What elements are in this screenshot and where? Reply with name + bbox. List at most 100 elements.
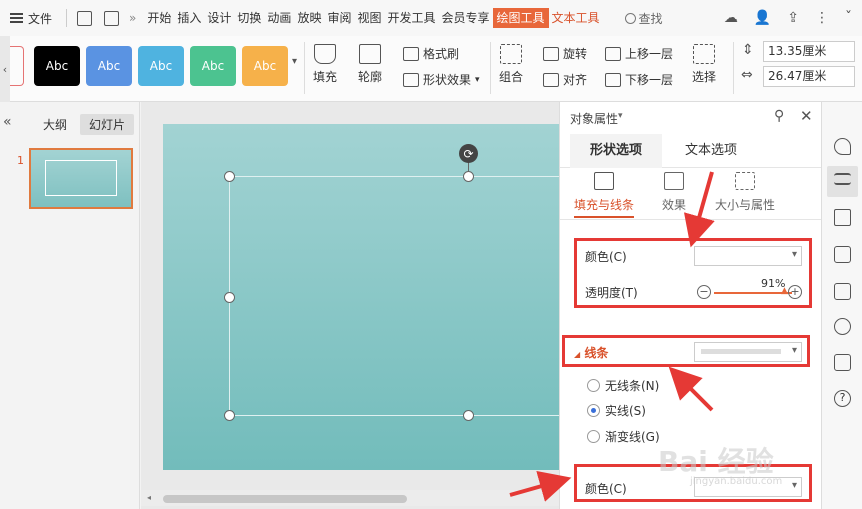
tab-slideshow[interactable]: 放映 <box>294 8 324 28</box>
select-label: 选择 <box>692 70 717 84</box>
shape-style-green[interactable]: Abc <box>190 46 236 86</box>
solid-line-option[interactable]: 实线(S) <box>587 402 646 419</box>
align-button[interactable]: 对齐 <box>543 71 587 88</box>
tab-view[interactable]: 视图 <box>354 8 384 28</box>
file-menu-button[interactable]: 文件 <box>0 0 62 36</box>
image-icon[interactable] <box>834 283 851 300</box>
style-box-partial[interactable] <box>10 46 24 86</box>
select-button[interactable]: 选择 <box>692 44 716 85</box>
gradient-line-option[interactable]: 渐变线(G) <box>587 428 660 445</box>
scroll-left-icon[interactable]: ◂ <box>147 493 151 502</box>
share-icon[interactable]: ⇪ <box>787 10 799 26</box>
line-style-dropdown[interactable] <box>694 342 802 362</box>
transparency-decrease-button[interactable]: − <box>697 285 711 299</box>
slide-number: 1 <box>17 154 24 167</box>
ribbon-scroll-left-button[interactable]: ‹ <box>0 36 10 102</box>
book-icon[interactable] <box>834 354 851 371</box>
height-input[interactable]: 13.35厘米 <box>763 41 855 62</box>
scroll-thumb[interactable] <box>163 495 407 503</box>
shape-style-light-blue[interactable]: Abc <box>138 46 184 86</box>
fill-color-dropdown[interactable] <box>694 246 802 266</box>
tab-text-options[interactable]: 文本选项 <box>665 134 757 168</box>
outline-button[interactable]: 轮廓 <box>358 44 382 85</box>
tab-review[interactable]: 审阅 <box>324 8 354 28</box>
resize-handle[interactable] <box>463 410 474 421</box>
divider <box>66 9 68 27</box>
subtab-fill-line[interactable]: 填充与线条 <box>574 172 635 218</box>
fill-line-icon <box>594 172 614 190</box>
slide-thumbnail[interactable] <box>29 148 133 209</box>
shape-style-blue[interactable]: Abc <box>86 46 132 86</box>
close-icon[interactable]: ✕ <box>800 107 813 125</box>
selected-rectangle[interactable] <box>229 176 569 416</box>
send-backward-label: 下移一层 <box>625 73 674 87</box>
pin-icon[interactable]: ⚲ <box>774 108 784 124</box>
export-icon[interactable] <box>104 10 120 26</box>
tab-animations[interactable]: 动画 <box>264 8 294 28</box>
rotate-button[interactable]: 旋转 <box>543 45 587 62</box>
tab-text-tools[interactable]: 文本工具 <box>549 8 603 28</box>
tab-outline[interactable]: 大纲 <box>34 114 76 135</box>
share-user-icon[interactable]: 👤 <box>754 10 771 26</box>
send-backward-button[interactable]: 下移一层 <box>605 71 673 88</box>
thumbnail-shape <box>45 160 117 196</box>
rocket-icon[interactable] <box>834 138 851 155</box>
format-painter-button[interactable]: 格式刷 <box>403 45 459 62</box>
search-button[interactable]: 查找 <box>624 10 663 27</box>
shape-style-black[interactable]: Abc <box>34 46 80 86</box>
resize-handle[interactable] <box>224 292 235 303</box>
rotate-icon <box>543 46 559 61</box>
radio-button[interactable] <box>587 430 600 443</box>
transparency-increase-button[interactable]: + <box>788 285 802 299</box>
tab-developer[interactable]: 开发工具 <box>384 8 438 28</box>
ai-icon[interactable] <box>834 318 851 335</box>
gradient-line-label: 渐变线(G) <box>605 430 660 444</box>
sliders-icon[interactable] <box>834 173 851 185</box>
rotate-handle-icon[interactable]: ⟳ <box>459 144 478 163</box>
collapse-icon[interactable]: ˇ <box>845 10 852 26</box>
group-button[interactable]: 组合 <box>499 44 523 85</box>
collapse-panel-icon[interactable]: « <box>3 114 12 130</box>
shape-effects-button[interactable]: 形状效果 ▾ <box>403 71 480 88</box>
file-menu-label: 文件 <box>28 11 53 26</box>
subtab-size-properties[interactable]: 大小与属性 <box>715 172 775 213</box>
star-icon[interactable] <box>834 209 851 226</box>
more-chevron-icon[interactable]: » <box>129 11 136 25</box>
side-icon-rail: ? <box>821 102 862 509</box>
tab-design[interactable]: 设计 <box>204 8 234 28</box>
width-input[interactable]: 26.47厘米 <box>763 66 855 87</box>
tab-home[interactable]: 开始 <box>144 8 174 28</box>
tab-transitions[interactable]: 切换 <box>234 8 264 28</box>
tab-insert[interactable]: 插入 <box>174 8 204 28</box>
cloud-sync-icon[interactable]: ☁ <box>724 10 738 26</box>
tab-shape-options[interactable]: 形状选项 <box>570 134 663 168</box>
radio-button[interactable] <box>587 404 600 417</box>
bring-forward-button[interactable]: 上移一层 <box>605 45 673 62</box>
resize-handle[interactable] <box>463 171 474 182</box>
tab-member[interactable]: 会员专享 <box>439 8 493 28</box>
style-gallery-expand-icon[interactable]: ▾ <box>292 56 297 67</box>
tab-drawing-tools[interactable]: 绘图工具 <box>492 8 549 28</box>
subtab-effects[interactable]: 效果 <box>662 172 686 213</box>
property-subtabs: 填充与线条 效果 大小与属性 <box>560 168 822 220</box>
property-tabs: 形状选项 文本选项 <box>560 134 822 168</box>
transparency-label: 透明度(T) <box>585 286 638 300</box>
title-dropdown-icon[interactable]: ▾ <box>618 111 623 121</box>
resize-handle[interactable] <box>224 410 235 421</box>
copy-icon[interactable] <box>834 246 851 263</box>
shape-effects-icon <box>403 72 419 87</box>
tab-slides[interactable]: 幻灯片 <box>80 114 135 135</box>
fill-button[interactable]: 填充 <box>313 44 337 85</box>
save-icon[interactable] <box>77 10 93 26</box>
resize-handle[interactable] <box>224 171 235 182</box>
slide-canvas: ⟳ ◂ <box>141 102 569 509</box>
outline-icon <box>359 44 381 64</box>
no-line-option[interactable]: 无线条(N) <box>587 377 659 394</box>
more-options-icon[interactable]: ⋮ <box>815 10 829 26</box>
horizontal-scrollbar[interactable]: ◂ <box>141 490 559 506</box>
shape-style-orange[interactable]: Abc <box>242 46 288 86</box>
slide[interactable]: ⟳ <box>163 124 569 470</box>
radio-button[interactable] <box>587 379 600 392</box>
help-icon[interactable]: ? <box>834 390 851 407</box>
line-section-header[interactable]: ◢ 线条 <box>574 344 608 361</box>
